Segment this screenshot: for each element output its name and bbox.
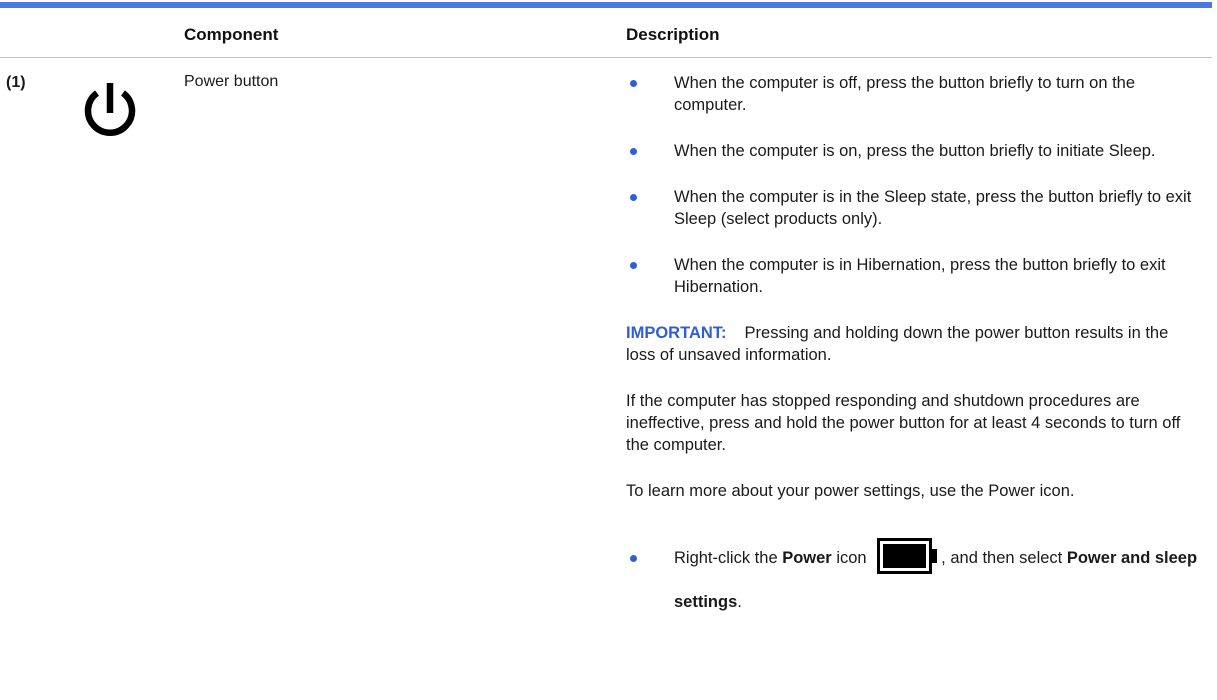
instruction-text-4: . xyxy=(737,593,742,611)
battery-icon xyxy=(877,537,938,574)
instruction-text-1: Right-click the xyxy=(674,549,783,567)
list-item: When the computer is in the Sleep state,… xyxy=(626,186,1200,230)
list-item: When the computer is in Hibernation, pre… xyxy=(626,254,1200,298)
list-item-text: When the computer is on, press the butto… xyxy=(674,142,1156,160)
table-top-rule xyxy=(0,2,1212,8)
bullet-dot xyxy=(630,555,637,562)
bullet-dot xyxy=(630,148,637,155)
power-icon xyxy=(84,83,136,136)
component-name: Power button xyxy=(184,73,279,90)
column-header-description: Description xyxy=(626,25,720,44)
list-item-text: When the computer is off, press the butt… xyxy=(674,74,1136,114)
bullet-dot xyxy=(630,80,637,87)
header-divider xyxy=(0,57,1212,58)
list-item: When the computer is off, press the butt… xyxy=(626,72,1200,116)
bullet-dot xyxy=(630,194,637,201)
stopped-responding-paragraph: If the computer has stopped responding a… xyxy=(626,392,1181,454)
instruction-text-2: icon xyxy=(831,549,872,567)
important-note: IMPORTANT: Pressing and holding down the … xyxy=(626,322,1200,366)
list-item: When the computer is on, press the butto… xyxy=(626,140,1200,162)
column-header-component: Component xyxy=(184,25,279,44)
bullet-dot xyxy=(630,262,637,269)
important-label: IMPORTANT: xyxy=(626,324,727,342)
list-item: Right-click the Power icon , and then se… xyxy=(626,536,1200,624)
power-bold-label: Power xyxy=(782,549,832,567)
item-number: (1) xyxy=(6,74,26,91)
list-item-text: When the computer is in Hibernation, pre… xyxy=(674,256,1166,296)
instruction-text-3: , and then select xyxy=(941,549,1067,567)
learn-more-paragraph: To learn more about your power settings,… xyxy=(626,482,1075,500)
list-item-text: When the computer is in the Sleep state,… xyxy=(674,188,1192,228)
description-cell: When the computer is off, press the butt… xyxy=(626,72,1200,624)
